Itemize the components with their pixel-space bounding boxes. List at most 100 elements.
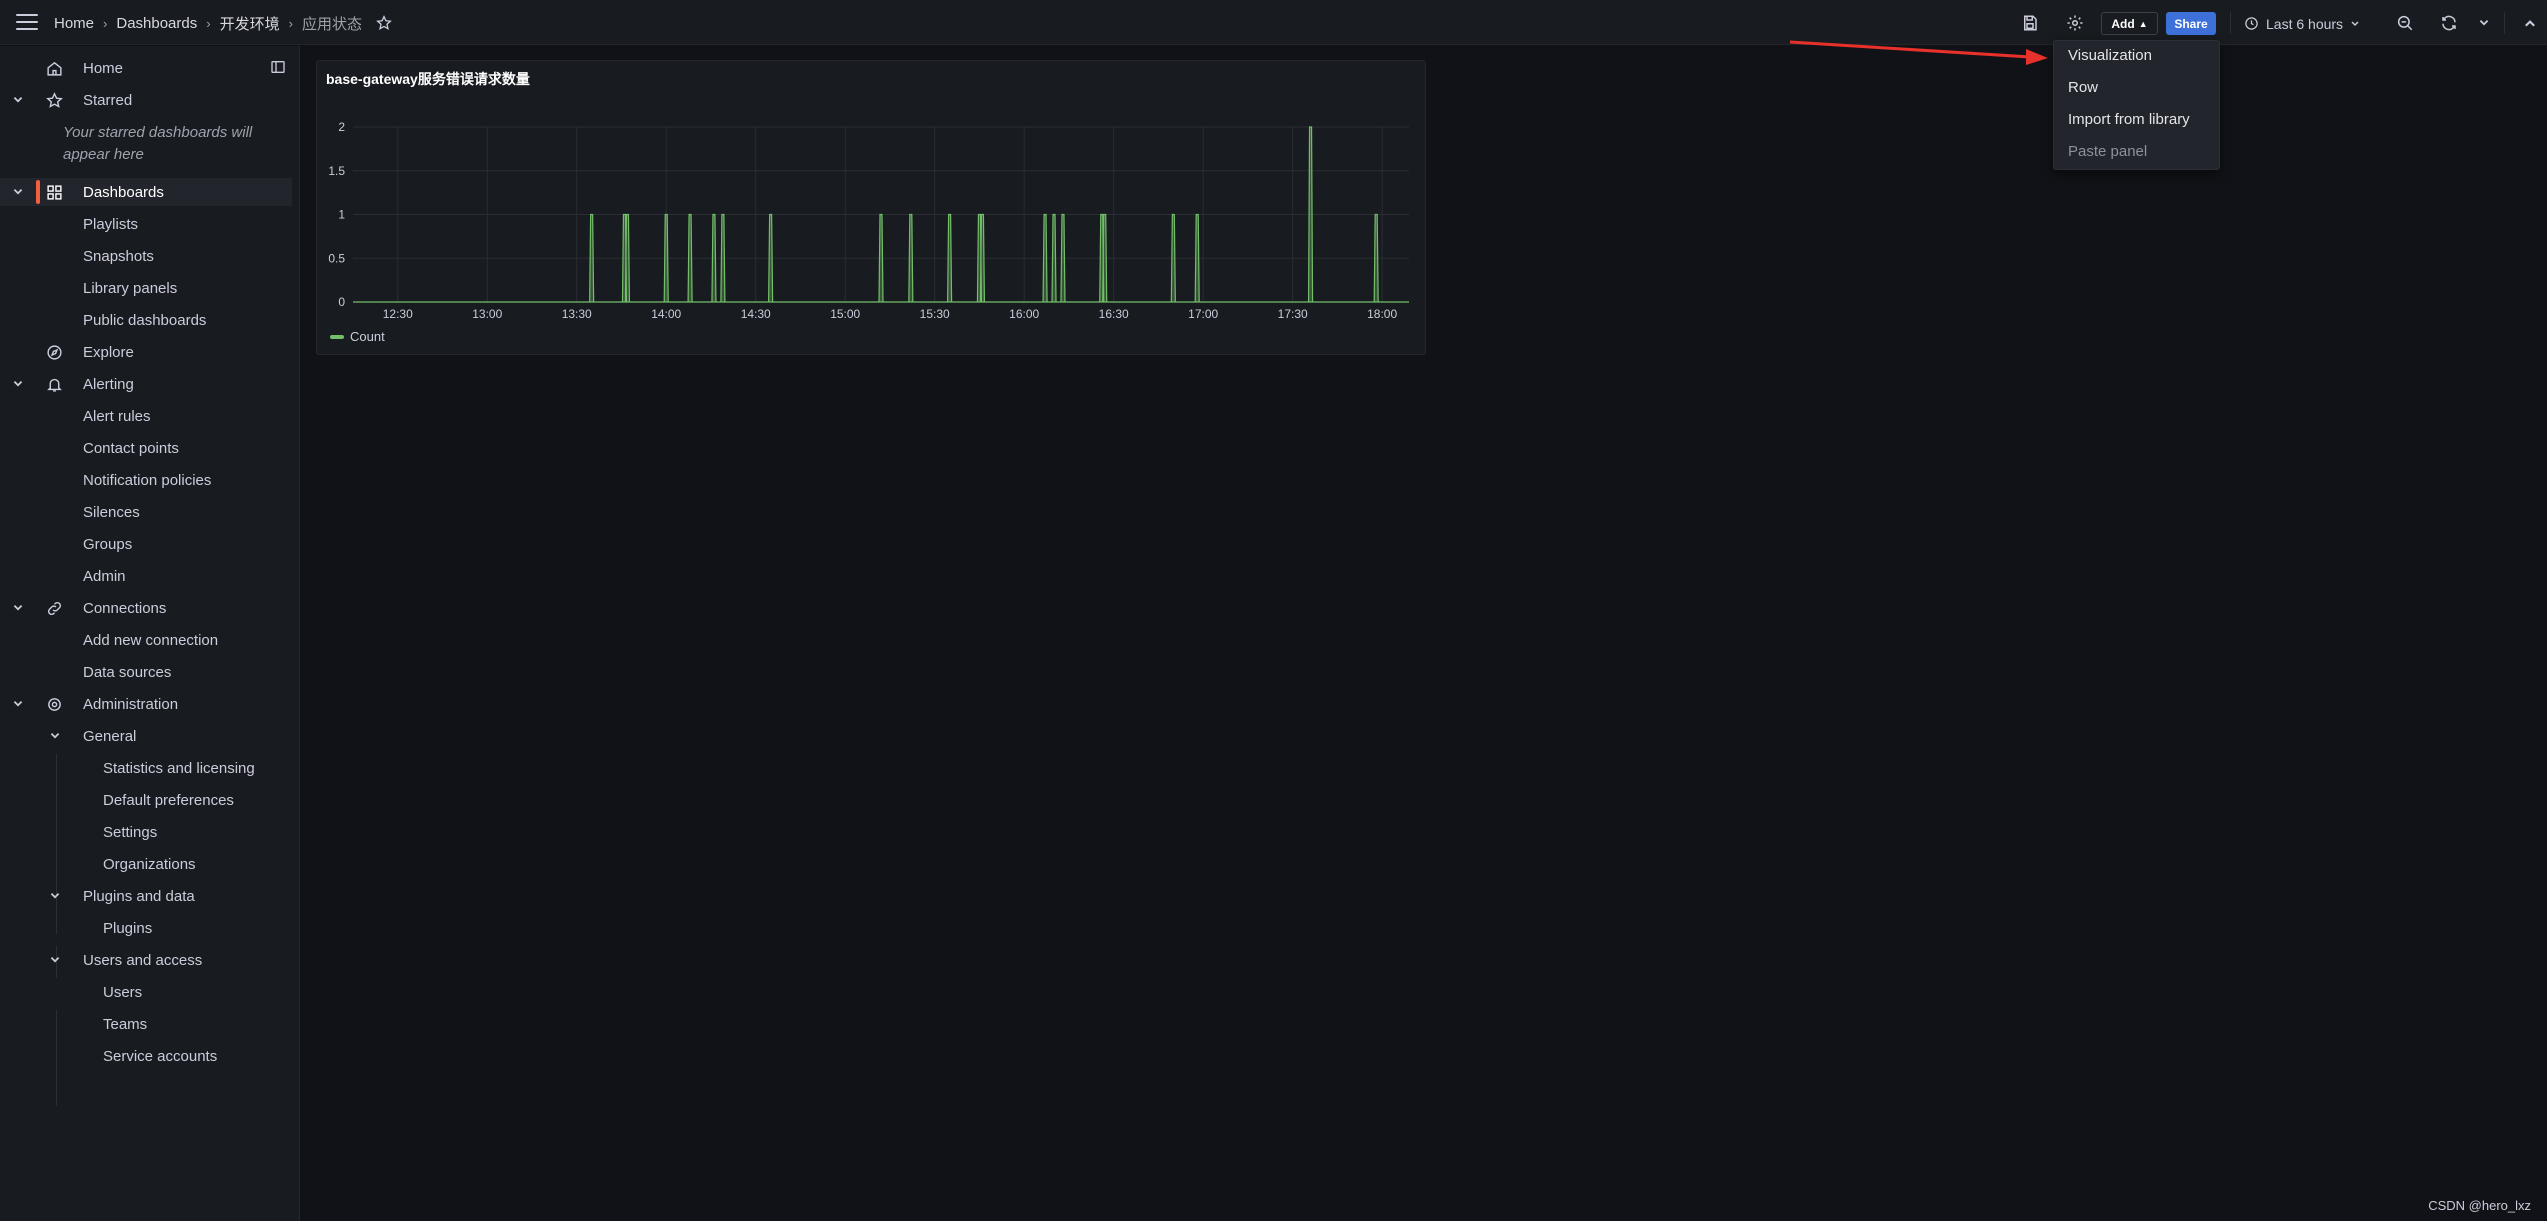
sidebar-item-dashboards[interactable]: Dashboards <box>0 178 292 206</box>
breadcrumb-home[interactable]: Home <box>54 15 94 32</box>
data-spike <box>908 213 914 303</box>
menu-item-row[interactable]: Row <box>2068 79 2098 96</box>
sidebar-item-label: Public dashboards <box>83 311 207 329</box>
chevron-up-icon: ▲ <box>2138 18 2148 29</box>
sidebar-item-snapshots[interactable]: Snapshots <box>0 242 292 270</box>
breadcrumb-dashboards[interactable]: Dashboards <box>116 15 197 32</box>
refresh-icon[interactable] <box>2440 14 2458 32</box>
annotation-arrow <box>1790 40 2048 65</box>
time-series-chart[interactable]: 0 0.5 1 1.5 2 12:30 13:00 13:30 14:00 14:30 15:00 1… <box>317 61 1427 326</box>
menu-icon[interactable] <box>16 14 38 32</box>
chevron-down-icon[interactable] <box>49 730 61 742</box>
sidebar-item-alerting[interactable]: Alerting <box>0 370 292 398</box>
sidebar-item-teams[interactable]: Teams <box>0 1010 292 1038</box>
add-button[interactable]: Add ▲ <box>2101 12 2158 35</box>
sidebar-item-connections[interactable]: Connections <box>0 594 292 622</box>
x-tick-label: 17:30 <box>1278 307 1308 321</box>
sidebar-item-notification-policies[interactable]: Notification policies <box>0 466 292 494</box>
y-tick-label: 2 <box>338 120 345 134</box>
sidebar-item-label: Settings <box>103 823 158 841</box>
legend-label: Count <box>350 329 385 344</box>
chevron-down-icon <box>2351 20 2359 26</box>
x-tick-label: 16:00 <box>1009 307 1039 321</box>
y-tick-label: 0.5 <box>328 251 345 265</box>
data-spike <box>979 213 986 303</box>
sidebar-item-starred[interactable]: Starred <box>0 86 292 114</box>
chevron-down-icon[interactable] <box>49 890 61 902</box>
sidebar-item-administration[interactable]: Administration <box>0 690 292 718</box>
sidebar-item-library-panels[interactable]: Library panels <box>0 274 292 302</box>
menu-item-import-from-library[interactable]: Import from library <box>2068 111 2190 128</box>
sidebar-item-users[interactable]: Users <box>0 978 292 1006</box>
chevron-down-icon[interactable] <box>12 602 24 614</box>
sidebar-item-groups[interactable]: Groups <box>0 530 292 558</box>
refresh-interval-chevron-icon[interactable] <box>2478 14 2490 32</box>
add-button-label: Add <box>2111 16 2135 31</box>
menu-item-visualization[interactable]: Visualization <box>2068 47 2152 64</box>
sidebar-item-settings[interactable]: Settings <box>0 818 292 846</box>
sidebar-item-label: Plugins <box>103 919 153 937</box>
sidebar-item-playlists[interactable]: Playlists <box>0 210 292 238</box>
sidebar-item-add-new-connection[interactable]: Add new connection <box>0 626 292 654</box>
sidebar-item-label: Starred <box>83 91 133 109</box>
chevron-down-icon[interactable] <box>49 954 61 966</box>
y-tick-label: 0 <box>338 295 345 309</box>
sidebar-item-alert-rules[interactable]: Alert rules <box>0 402 292 430</box>
sidebar-item-label: Statistics and licensing <box>103 759 255 777</box>
sidebar-item-statistics-and-licensing[interactable]: Statistics and licensing <box>0 754 292 782</box>
time-range-picker[interactable]: Last 6 hours <box>2244 12 2360 35</box>
data-spike <box>1051 213 1057 303</box>
sidebar-item-label: Home <box>83 59 124 77</box>
sidebar-item-label: Service accounts <box>103 1047 218 1065</box>
sidebar-item-plugins-and-data[interactable]: Plugins and data <box>0 882 292 910</box>
sidebar-item-service-accounts[interactable]: Service accounts <box>0 1042 292 1070</box>
data-spike <box>663 213 669 303</box>
x-tick-label: 15:00 <box>830 307 860 321</box>
watermark: CSDN @hero_lxz <box>2428 1198 2531 1213</box>
data-spike <box>1042 213 1048 303</box>
sidebar-item-label: Users <box>103 983 143 1001</box>
collapse-chevron-icon[interactable] <box>2523 14 2537 32</box>
chevron-down-icon[interactable] <box>12 698 24 710</box>
data-spike <box>1102 213 1108 303</box>
sidebar-item-users-and-access[interactable]: Users and access <box>0 946 292 974</box>
data-spike <box>1194 213 1200 303</box>
sidebar-item-label: Add new connection <box>83 631 219 649</box>
x-tick-label: 13:30 <box>562 307 592 321</box>
zoom-out-icon[interactable] <box>2396 14 2414 32</box>
sidebar-item-default-preferences[interactable]: Default preferences <box>0 786 292 814</box>
legend-item[interactable]: Count <box>330 329 385 344</box>
breadcrumb: Home › Dashboards › 开发环境 › 应用状态 <box>54 13 392 33</box>
data-spike <box>589 213 595 303</box>
sidebar-item-label: Users and access <box>83 951 203 969</box>
chevron-down-icon[interactable] <box>12 378 24 390</box>
star-icon[interactable] <box>376 15 392 31</box>
sidebar-item-label: Data sources <box>83 663 172 681</box>
sidebar-item-plugins[interactable]: Plugins <box>0 914 292 942</box>
chevron-down-icon[interactable] <box>12 94 24 106</box>
y-tick-label: 1.5 <box>328 164 345 178</box>
sidebar-item-admin[interactable]: Admin <box>0 562 292 590</box>
gear-icon[interactable] <box>2066 14 2084 32</box>
sidebar-item-label: Dashboards <box>83 183 164 201</box>
sidebar-item-data-sources[interactable]: Data sources <box>0 658 292 686</box>
sidebar-item-organizations[interactable]: Organizations <box>0 850 292 878</box>
sidebar-item-explore[interactable]: Explore <box>0 338 292 366</box>
sidebar-item-contact-points[interactable]: Contact points <box>0 434 292 462</box>
sidebar-item-silences[interactable]: Silences <box>0 498 292 526</box>
sidebar-item-general[interactable]: General <box>0 722 292 750</box>
data-spike <box>687 213 693 303</box>
data-spike <box>768 213 774 303</box>
sidebar-item-home[interactable]: Home <box>0 54 292 82</box>
breadcrumb-folder[interactable]: 开发环境 <box>220 13 280 34</box>
dashboard-panel[interactable]: base-gateway服务错误请求数量 0 0.5 1 1.5 2 12:30 13:00… <box>316 60 1426 355</box>
sidebar: Home Starred Your starred dashboards wil… <box>0 46 300 1221</box>
apps-icon <box>47 184 62 200</box>
data-spike <box>1170 213 1176 303</box>
sidebar-item-public-dashboards[interactable]: Public dashboards <box>0 306 292 334</box>
chevron-down-icon[interactable] <box>12 186 24 198</box>
sidebar-item-label: Teams <box>103 1015 148 1033</box>
share-button[interactable]: Share <box>2166 12 2216 35</box>
x-tick-label: 14:00 <box>651 307 681 321</box>
sidebar-item-label: Notification policies <box>83 471 212 489</box>
